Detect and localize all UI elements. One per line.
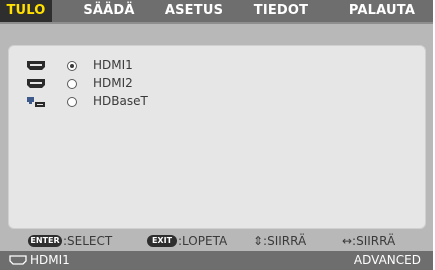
tab-palauta[interactable]: PALAUTA xyxy=(342,0,422,22)
tab-tulo[interactable]: TULO xyxy=(0,0,52,22)
hdbaset-network-icon xyxy=(27,97,45,107)
radio-button[interactable] xyxy=(67,79,77,89)
exit-key-icon: EXIT xyxy=(147,235,177,247)
menu-tab-bar: TULO SÄÄDÄ ASETUS TIEDOT PALAUTA xyxy=(0,0,433,22)
input-label: HDMI1 xyxy=(93,58,133,72)
tab-divider xyxy=(0,22,433,24)
hdmi-port-icon xyxy=(9,255,27,265)
menu-mode-label: ADVANCED xyxy=(353,253,421,267)
radio-button[interactable] xyxy=(67,97,77,107)
key-help-bar: ENTER :SELECT EXIT :LOPETA ⇕:SIIRRÄ ↔:SI… xyxy=(0,233,433,249)
enter-key-icon: ENTER xyxy=(28,235,62,247)
hdmi-port-icon xyxy=(27,61,45,70)
input-label: HDBaseT xyxy=(93,94,148,108)
projector-menu: TULO SÄÄDÄ ASETUS TIEDOT PALAUTA HDMI1 H… xyxy=(0,0,433,270)
status-bar: HDMI1 ADVANCED xyxy=(0,251,433,270)
input-label: HDMI2 xyxy=(93,76,133,90)
radio-button-selected[interactable] xyxy=(67,61,77,71)
tab-asetus[interactable]: ASETUS xyxy=(160,0,228,22)
exit-help-text: :LOPETA xyxy=(178,234,228,248)
enter-help-text: :SELECT xyxy=(63,234,113,248)
updown-move-help: ⇕:SIIRRÄ xyxy=(253,234,307,248)
tab-tiedot[interactable]: TIEDOT xyxy=(246,0,316,22)
current-source-label: HDMI1 xyxy=(30,253,70,267)
tab-saada[interactable]: SÄÄDÄ xyxy=(79,0,139,22)
input-selection-panel xyxy=(8,45,426,229)
leftright-move-help: ↔:SIIRRÄ xyxy=(342,234,396,248)
hdmi-port-icon xyxy=(27,79,45,88)
